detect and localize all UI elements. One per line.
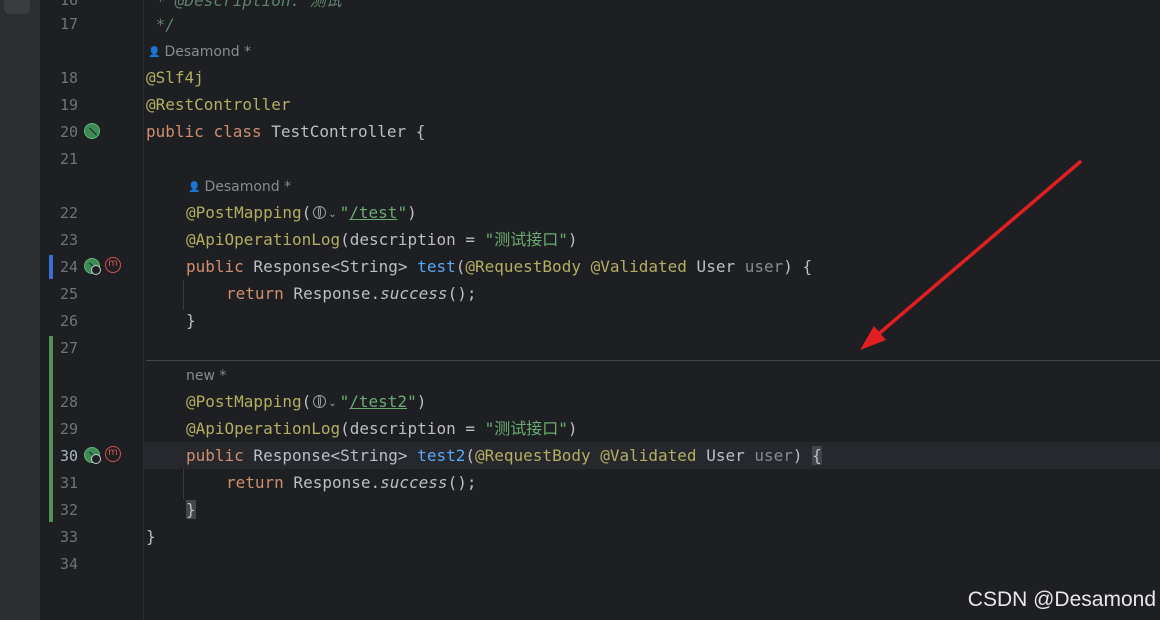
annotation-arrow [860,160,1082,350]
watermark: CSDN @Desamond [967,588,1156,611]
